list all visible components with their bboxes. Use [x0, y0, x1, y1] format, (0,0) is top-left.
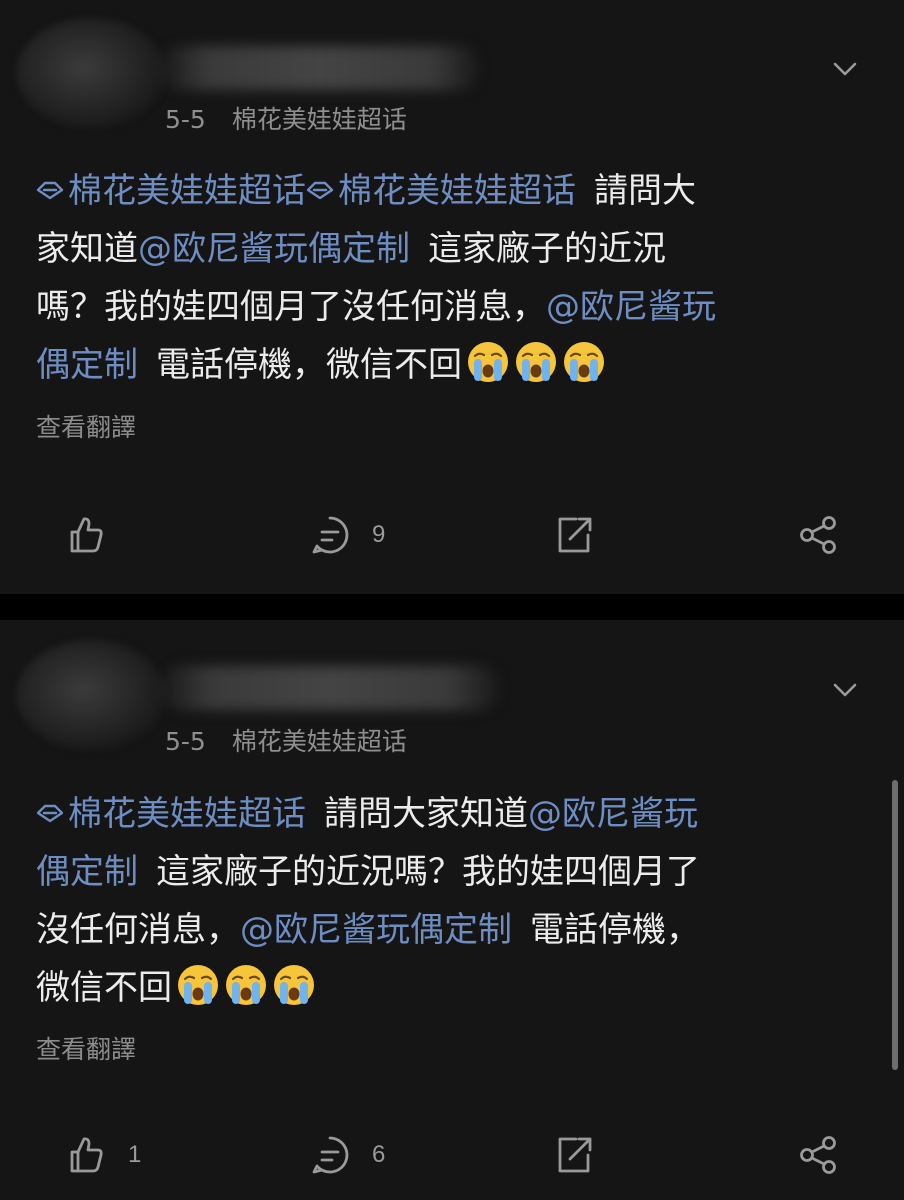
- repost-button[interactable]: [552, 1130, 596, 1180]
- avatar[interactable]: [16, 640, 166, 750]
- action-bar: 1 6: [0, 1130, 904, 1180]
- mention-link[interactable]: @欧尼酱玩: [546, 287, 716, 327]
- post-date: 5-5: [165, 727, 206, 756]
- post-source[interactable]: 棉花美娃娃超话: [232, 727, 407, 756]
- share-button[interactable]: [796, 1130, 840, 1180]
- topic-tag-icon: [36, 803, 64, 823]
- like-count: 1: [128, 1141, 142, 1168]
- post-text: 嗎？我的娃四個月了沒任何消息，: [36, 287, 546, 327]
- crying-face-icon: [562, 340, 606, 384]
- comment-button[interactable]: 9: [308, 510, 385, 560]
- post-text: 微信不回: [36, 968, 172, 1008]
- post-source[interactable]: 棉花美娃娃超话: [232, 105, 407, 134]
- share-button[interactable]: [796, 510, 840, 560]
- post-text: 沒任何消息，: [36, 910, 240, 950]
- mention-link[interactable]: 偶定制: [36, 345, 138, 385]
- repost-button[interactable]: [552, 510, 596, 560]
- chevron-down-icon[interactable]: [832, 56, 858, 82]
- comment-icon: [308, 1133, 352, 1177]
- post-text: 這家廠子的近況嗎？我的娃四個月了: [156, 852, 700, 892]
- comment-button[interactable]: 6: [308, 1130, 385, 1180]
- post-text: 這家廠子的近況: [428, 229, 666, 269]
- username-redacted[interactable]: [160, 666, 500, 710]
- crying-face-icon: [514, 340, 558, 384]
- post-content: 棉花美娃娃超话 棉花美娃娃超话 請問大 家知道@欧尼酱玩偶定制 這家廠子的近況 嗎？我…: [36, 162, 872, 394]
- post-text: 請問大家知道: [324, 794, 528, 834]
- topic-tag-icon: [36, 180, 64, 200]
- post-text: 請問大: [594, 171, 696, 211]
- post-date: 5-5: [165, 105, 206, 134]
- share-icon: [796, 1133, 840, 1177]
- post-meta: 5-5 棉花美娃娃超话: [165, 722, 407, 758]
- topic-tag[interactable]: 棉花美娃娃超话: [36, 794, 306, 834]
- crying-face-icon: [272, 963, 316, 1007]
- action-bar: 9: [0, 510, 904, 560]
- post-meta: 5-5 棉花美娃娃超话: [165, 100, 407, 136]
- topic-tag[interactable]: 棉花美娃娃超话: [306, 171, 576, 211]
- username-redacted[interactable]: [160, 46, 480, 90]
- comment-count: 9: [372, 521, 386, 548]
- scrollbar[interactable]: [892, 780, 898, 1070]
- mention-link[interactable]: @欧尼酱玩: [528, 794, 698, 834]
- mention-link[interactable]: @欧尼酱玩偶定制: [138, 229, 410, 269]
- like-button[interactable]: [64, 510, 128, 560]
- share-icon: [796, 513, 840, 557]
- topic-tag-icon: [306, 180, 334, 200]
- mention-link[interactable]: 偶定制: [36, 852, 138, 892]
- crying-face-icon: [224, 963, 268, 1007]
- thumbs-up-icon: [64, 1133, 108, 1177]
- repost-icon: [552, 1133, 596, 1177]
- post-text: 家知道: [36, 229, 138, 269]
- like-button[interactable]: 1: [64, 1130, 141, 1180]
- comment-count: 6: [372, 1141, 386, 1168]
- thumbs-up-icon: [64, 513, 108, 557]
- topic-tag[interactable]: 棉花美娃娃超话: [36, 171, 306, 211]
- translate-link[interactable]: 查看翻譯: [36, 1030, 136, 1066]
- chevron-down-icon[interactable]: [832, 677, 858, 703]
- post-card: 5-5 棉花美娃娃超话 棉花美娃娃超话 請問大家知道@欧尼酱玩 偶定制 這家廠子的近況…: [0, 620, 904, 1200]
- crying-face-icon: [466, 340, 510, 384]
- post-content: 棉花美娃娃超话 請問大家知道@欧尼酱玩 偶定制 這家廠子的近況嗎？我的娃四個月了 沒…: [36, 785, 872, 1017]
- repost-icon: [552, 513, 596, 557]
- avatar[interactable]: [16, 18, 166, 128]
- crying-face-icon: [176, 963, 220, 1007]
- translate-link[interactable]: 查看翻譯: [36, 408, 136, 444]
- post-text: 電話停機，微信不回: [156, 345, 462, 385]
- mention-link[interactable]: @欧尼酱玩偶定制: [240, 910, 512, 950]
- post-card: 5-5 棉花美娃娃超话 棉花美娃娃超话 棉花美娃娃超话 請問大 家知道@欧尼酱玩偶定制…: [0, 0, 904, 594]
- comment-icon: [308, 513, 352, 557]
- post-text: 電話停機，: [530, 910, 700, 950]
